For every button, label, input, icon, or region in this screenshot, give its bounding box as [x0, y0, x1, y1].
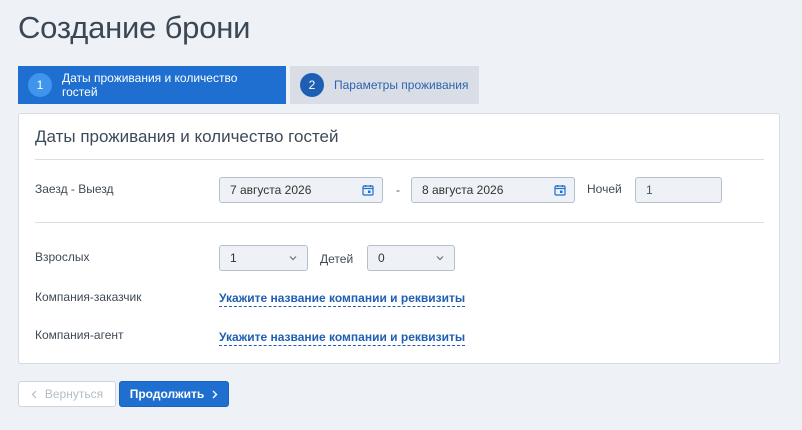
step-label: Параметры проживания: [334, 78, 469, 92]
step-label: Даты проживания и количество гостей: [62, 71, 238, 99]
divider: [35, 159, 764, 160]
calendar-icon[interactable]: [554, 184, 566, 196]
calendar-icon[interactable]: [362, 184, 374, 196]
checkin-date-value: 7 августа 2026: [230, 183, 312, 197]
step-dates-guests[interactable]: 1 Даты проживания и количество гостей: [18, 66, 286, 104]
nights-value: 1: [646, 183, 653, 197]
adults-value: 1: [230, 251, 237, 265]
step-accommodation-params[interactable]: 2 Параметры проживания: [290, 66, 479, 104]
card-title: Даты проживания и количество гостей: [35, 127, 339, 146]
chevron-left-icon: [31, 390, 37, 398]
children-select[interactable]: 0: [367, 245, 455, 271]
back-button[interactable]: Вернуться: [18, 381, 116, 407]
page-title: Создание брони: [18, 10, 251, 45]
continue-button-label: Продолжить: [129, 387, 205, 401]
agent-company-link[interactable]: Укажите название компании и реквизиты: [219, 330, 466, 346]
customer-company-link[interactable]: Укажите название компании и реквизиты: [219, 291, 466, 307]
agent-company-label: Компания-агент: [35, 328, 124, 342]
booking-card: Даты проживания и количество гостей Заез…: [18, 113, 780, 364]
nights-label: Ночей: [587, 182, 622, 196]
step-number: 2: [300, 73, 324, 97]
wizard-steps: 1 Даты проживания и количество гостей 2 …: [18, 66, 479, 104]
chevron-down-icon: [436, 256, 444, 261]
checkout-date-value: 8 августа 2026: [422, 183, 504, 197]
continue-button[interactable]: Продолжить: [119, 381, 229, 407]
back-button-label: Вернуться: [44, 387, 104, 401]
chevron-right-icon: [212, 390, 218, 398]
chevron-down-icon: [289, 256, 297, 261]
children-value: 0: [378, 251, 385, 265]
checkin-date-field[interactable]: 7 августа 2026: [219, 177, 383, 203]
dates-label: Заезд - Выезд: [35, 182, 114, 196]
divider: [35, 222, 764, 223]
children-label: Детей: [320, 252, 354, 266]
adults-label: Взрослых: [35, 250, 90, 264]
customer-company-label: Компания-заказчик: [35, 290, 142, 304]
date-separator: -: [396, 183, 400, 197]
step-number: 1: [28, 73, 52, 97]
nights-field[interactable]: 1: [635, 177, 722, 203]
adults-select[interactable]: 1: [219, 245, 308, 271]
checkout-date-field[interactable]: 8 августа 2026: [411, 177, 575, 203]
